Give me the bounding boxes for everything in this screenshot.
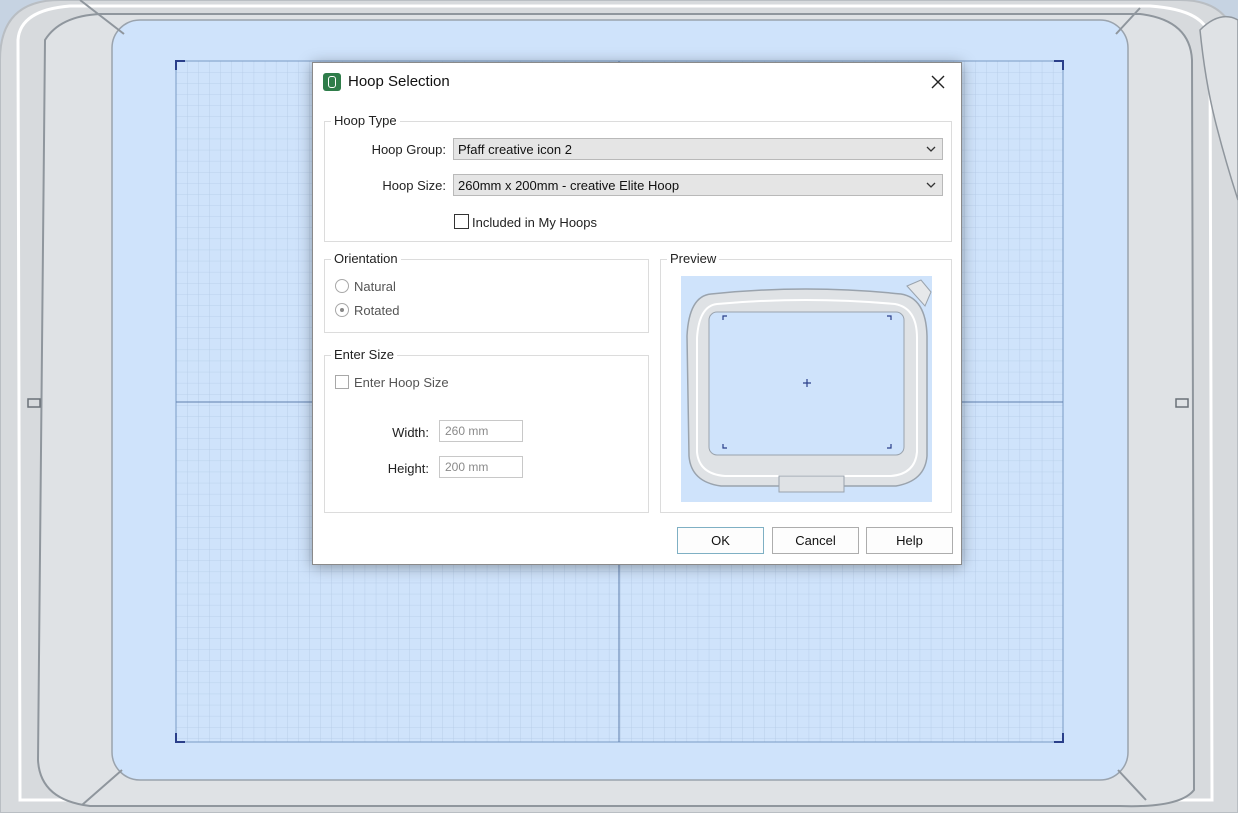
ok-button[interactable]: OK xyxy=(677,527,764,554)
height-input[interactable] xyxy=(439,456,523,478)
chevron-down-icon xyxy=(926,182,936,188)
enter-size-group: Enter Size Enter Hoop Size Width: Height… xyxy=(324,347,649,513)
width-input[interactable] xyxy=(439,420,523,442)
natural-radio[interactable] xyxy=(335,279,349,293)
enter-hoop-size-checkbox[interactable] xyxy=(335,375,349,389)
hoop-size-label: Hoop Size: xyxy=(382,178,446,193)
hoop-size-value: 260mm x 200mm - creative Elite Hoop xyxy=(458,178,680,193)
hoop-type-legend: Hoop Type xyxy=(331,113,400,128)
height-label: Height: xyxy=(387,461,429,476)
help-button[interactable]: Help xyxy=(866,527,953,554)
rotated-label: Rotated xyxy=(354,303,400,318)
orientation-group: Orientation Natural Rotated xyxy=(324,251,649,333)
hoop-app-icon xyxy=(323,73,341,91)
enter-size-legend: Enter Size xyxy=(331,347,397,362)
natural-label: Natural xyxy=(354,279,396,294)
hoop-size-select[interactable]: 260mm x 200mm - creative Elite Hoop xyxy=(453,174,943,196)
width-label: Width: xyxy=(392,425,429,440)
hoop-selection-dialog: Hoop Selection Hoop Type Hoop Group: Pfa… xyxy=(312,62,962,565)
enter-hoop-size-label: Enter Hoop Size xyxy=(354,375,449,390)
dialog-title: Hoop Selection xyxy=(348,73,450,90)
close-icon xyxy=(931,75,945,89)
orientation-legend: Orientation xyxy=(331,251,401,266)
chevron-down-icon xyxy=(926,146,936,152)
included-in-my-hoops-checkbox[interactable] xyxy=(454,214,469,229)
included-in-my-hoops-label: Included in My Hoops xyxy=(472,215,598,230)
dialog-titlebar: Hoop Selection xyxy=(313,63,961,101)
hoop-group-value: Pfaff creative icon 2 xyxy=(458,142,572,157)
hoop-type-group: Hoop Type Hoop Group: Pfaff creative ico… xyxy=(324,113,952,242)
preview-legend: Preview xyxy=(667,251,720,266)
hoop-group-label: Hoop Group: xyxy=(371,142,446,157)
cancel-button[interactable]: Cancel xyxy=(772,527,859,554)
hoop-group-select[interactable]: Pfaff creative icon 2 xyxy=(453,138,943,160)
close-button[interactable] xyxy=(919,67,957,97)
rotated-radio[interactable] xyxy=(335,303,349,317)
preview-group: Preview xyxy=(660,251,952,513)
hoop-preview xyxy=(681,276,932,502)
